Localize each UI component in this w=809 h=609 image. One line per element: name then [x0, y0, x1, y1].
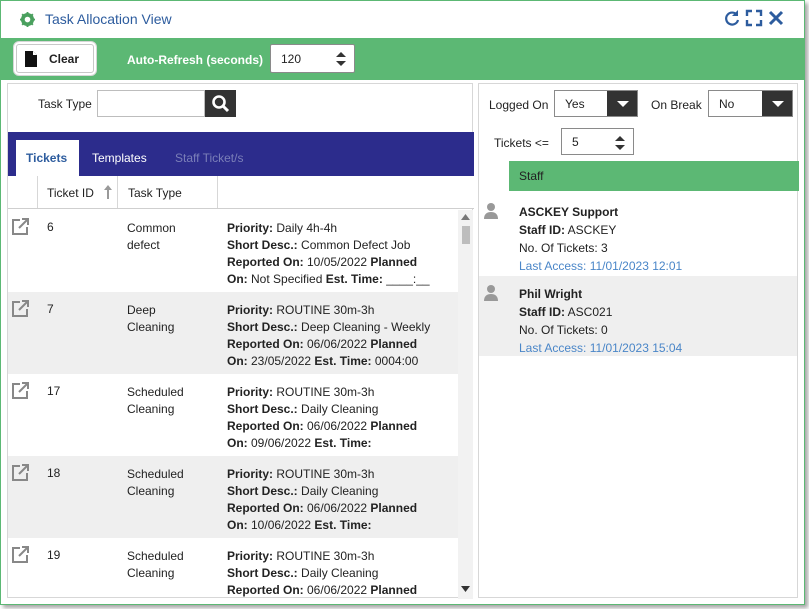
ticket-list: 6 Common defect Priority: Daily 4h-4h Sho…	[8, 210, 458, 599]
chevron-down-icon	[607, 91, 637, 116]
ticket-details: Priority: ROUTINE 30m-3h Short Desc.: Da…	[227, 467, 418, 532]
staff-ticket-count: No. Of Tickets: 3	[519, 241, 608, 255]
spinner-icon[interactable]	[336, 51, 346, 67]
window-title: Task Allocation View	[45, 11, 172, 27]
ticket-details: Priority: ROUTINE 30m-3h Short Desc.: De…	[227, 303, 431, 368]
staff-id: Staff ID: ASCKEY	[519, 223, 617, 237]
tab-tickets-label: Tickets	[26, 151, 68, 165]
tab-bar: Tickets Templates Staff Ticket/s	[8, 132, 474, 176]
logged-on-select[interactable]: Yes	[554, 90, 638, 117]
auto-refresh-input[interactable]: 120	[270, 44, 355, 73]
auto-refresh-value: 120	[281, 52, 302, 66]
ticket-details: Priority: Daily 4h-4h Short Desc.: Commo…	[227, 221, 430, 286]
ticket-column-header: Ticket ID Task Type	[8, 176, 474, 209]
sort-up-icon	[104, 185, 112, 199]
auto-refresh-label: Auto-Refresh (seconds)	[127, 53, 264, 67]
on-break-label: On Break	[651, 98, 702, 112]
ticket-id: 6	[47, 220, 54, 234]
col-task-type-label: Task Type	[128, 186, 182, 200]
spinner-icon[interactable]	[615, 135, 625, 151]
ticket-row[interactable]: 7 Deep Cleaning Priority: ROUTINE 30m-3h …	[8, 292, 458, 374]
ticket-row[interactable]: 19 Scheduled Cleaning Priority: ROUTINE 3…	[8, 538, 458, 599]
staff-column-header: Staff	[509, 161, 799, 191]
ticket-details: Priority: ROUTINE 30m-3h Short Desc.: Da…	[227, 549, 418, 597]
ticket-list-scrollbar[interactable]	[458, 210, 473, 599]
scroll-up-icon[interactable]	[461, 214, 470, 220]
task-allocation-window: Task Allocation View Clear Auto-Refresh …	[0, 0, 805, 605]
tab-tickets[interactable]: Tickets	[16, 140, 79, 176]
document-icon	[25, 51, 37, 67]
tickets-filter-value: 5	[572, 135, 579, 149]
ticket-id: 7	[47, 302, 54, 316]
open-external-icon[interactable]	[11, 217, 30, 236]
tab-templates[interactable]: Templates	[92, 140, 162, 176]
task-type-search-button[interactable]	[205, 90, 236, 117]
staff-panel: Logged On Yes On Break No Tickets <= 5 S…	[478, 83, 799, 598]
close-icon[interactable]	[767, 9, 785, 27]
scroll-down-icon[interactable]	[461, 586, 470, 592]
task-type-input[interactable]	[97, 90, 205, 117]
refresh-icon[interactable]	[723, 9, 741, 27]
staff-name: Phil Wright	[519, 287, 583, 301]
clear-button[interactable]: Clear	[13, 41, 97, 76]
staff-card[interactable]: Phil Wright Staff ID: ASC021 No. Of Tick…	[479, 276, 797, 356]
search-icon	[212, 95, 230, 113]
ticket-task-type: Scheduled Cleaning	[127, 385, 184, 416]
col-ticket-id[interactable]: Ticket ID	[38, 176, 118, 208]
person-icon	[484, 285, 498, 301]
scrollbar-thumb[interactable]	[462, 226, 470, 244]
staff-header-label: Staff	[519, 169, 544, 183]
ticket-task-type: Common defect	[127, 221, 176, 252]
ticket-row[interactable]: 17 Scheduled Cleaning Priority: ROUTINE 3…	[8, 374, 458, 456]
tab-staff-tickets: Staff Ticket/s	[175, 140, 265, 176]
logged-on-value: Yes	[565, 97, 585, 111]
col-ticket-id-label: Ticket ID	[47, 186, 94, 200]
col-icon	[8, 176, 38, 208]
ticket-task-type: Deep Cleaning	[127, 303, 175, 334]
on-break-value: No	[719, 97, 735, 111]
chevron-down-icon	[762, 91, 792, 116]
open-external-icon[interactable]	[11, 545, 30, 564]
staff-card[interactable]: ASCKEY Support Staff ID: ASCKEY No. Of T…	[479, 194, 797, 274]
tab-templates-label: Templates	[92, 151, 147, 165]
app-gear-icon	[20, 12, 35, 27]
ticket-id: 18	[47, 466, 61, 480]
title-bar: Task Allocation View	[1, 1, 804, 37]
ticket-row[interactable]: 18 Scheduled Cleaning Priority: ROUTINE 3…	[8, 456, 458, 538]
ticket-task-type: Scheduled Cleaning	[127, 549, 184, 580]
staff-last-access: Last Access: 11/01/2023 15:04	[519, 341, 683, 355]
ticket-details: Priority: ROUTINE 30m-3h Short Desc.: Da…	[227, 385, 418, 450]
task-type-label: Task Type	[38, 97, 92, 111]
on-break-select[interactable]: No	[708, 90, 793, 117]
ticket-task-type: Scheduled Cleaning	[127, 467, 184, 498]
open-external-icon[interactable]	[11, 381, 30, 400]
logged-on-label: Logged On	[489, 98, 549, 112]
tab-staff-tickets-label: Staff Ticket/s	[175, 151, 244, 165]
staff-last-access: Last Access: 11/01/2023 12:01	[519, 259, 683, 273]
maximize-icon[interactable]	[745, 9, 763, 27]
ticket-row[interactable]: 6 Common defect Priority: Daily 4h-4h Sho…	[8, 210, 458, 292]
staff-ticket-count: No. Of Tickets: 0	[519, 323, 608, 337]
ticket-id: 17	[47, 384, 61, 398]
ticket-id: 19	[47, 548, 61, 562]
col-task-type[interactable]: Task Type	[118, 176, 218, 208]
open-external-icon[interactable]	[11, 463, 30, 482]
staff-id: Staff ID: ASC021	[519, 305, 613, 319]
person-icon	[484, 203, 498, 219]
staff-name: ASCKEY Support	[519, 205, 619, 219]
tickets-filter-input[interactable]: 5	[561, 128, 634, 155]
tickets-filter-label: Tickets <=	[494, 136, 549, 150]
tickets-panel: Task Type Tickets Templates Staff Ticket…	[7, 83, 474, 599]
open-external-icon[interactable]	[11, 299, 30, 318]
toolbar: Clear Auto-Refresh (seconds) 120	[1, 38, 804, 80]
clear-label: Clear	[49, 52, 80, 66]
